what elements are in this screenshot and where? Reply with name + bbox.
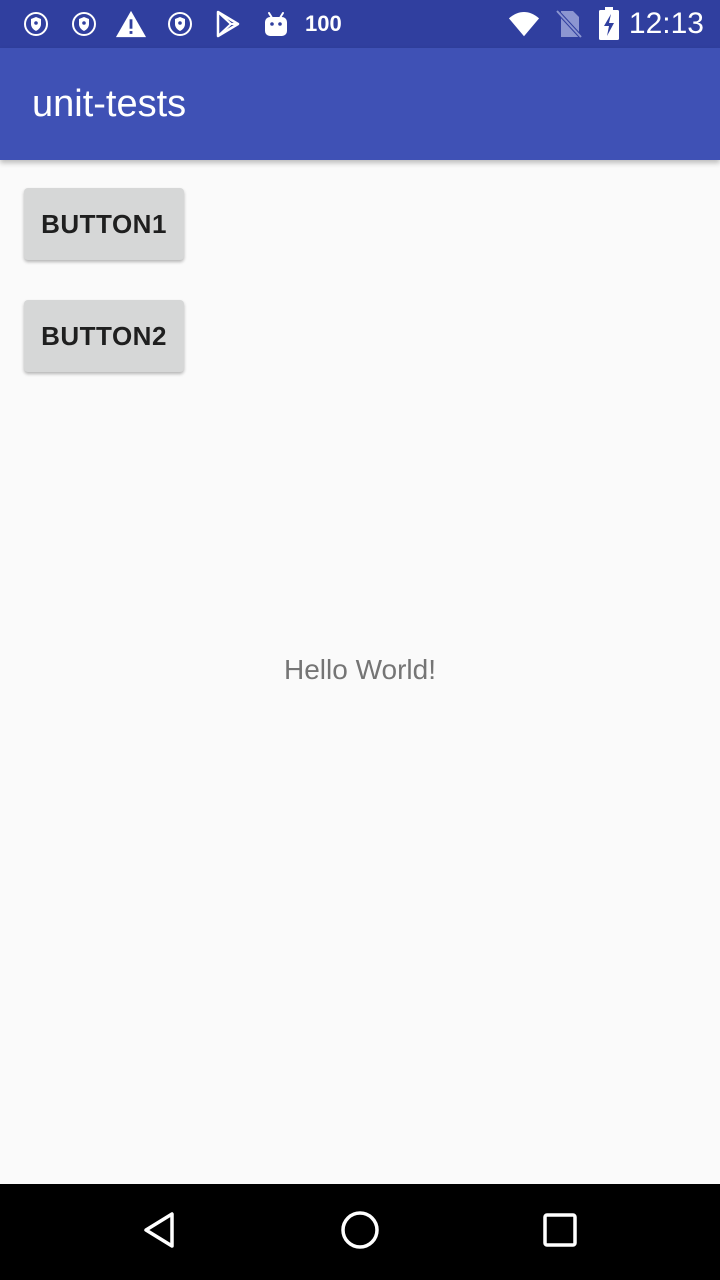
app-title: unit-tests xyxy=(32,83,187,125)
play-store-icon xyxy=(212,8,244,40)
shield-icon xyxy=(20,8,52,40)
home-button[interactable] xyxy=(328,1200,392,1264)
status-bar: 100 12:13 xyxy=(0,0,720,48)
button2[interactable]: BUTTON2 xyxy=(24,300,184,372)
battery-charging-icon xyxy=(593,7,625,40)
android-icon xyxy=(260,8,292,40)
shield-icon xyxy=(164,8,196,40)
recents-button[interactable] xyxy=(528,1200,592,1264)
hello-world-text: Hello World! xyxy=(284,654,436,685)
home-icon xyxy=(339,1209,381,1256)
status-clock: 12:13 xyxy=(628,7,704,40)
shield-icon xyxy=(68,8,100,40)
screen: 100 12:13 unit-tests BUTTON1 BUTTON2 Hel… xyxy=(0,0,720,1280)
main-content: BUTTON1 BUTTON2 Hello World! xyxy=(0,160,720,1184)
back-icon xyxy=(140,1210,180,1255)
recents-icon xyxy=(541,1211,579,1254)
navigation-bar xyxy=(0,1184,720,1280)
warning-icon xyxy=(115,8,147,40)
app-bar: unit-tests xyxy=(0,48,720,160)
no-sim-icon xyxy=(553,8,585,40)
back-button[interactable] xyxy=(128,1200,192,1264)
wifi-icon xyxy=(508,8,540,40)
battery-level-text: 100 xyxy=(305,11,342,36)
button1[interactable]: BUTTON1 xyxy=(24,188,184,260)
